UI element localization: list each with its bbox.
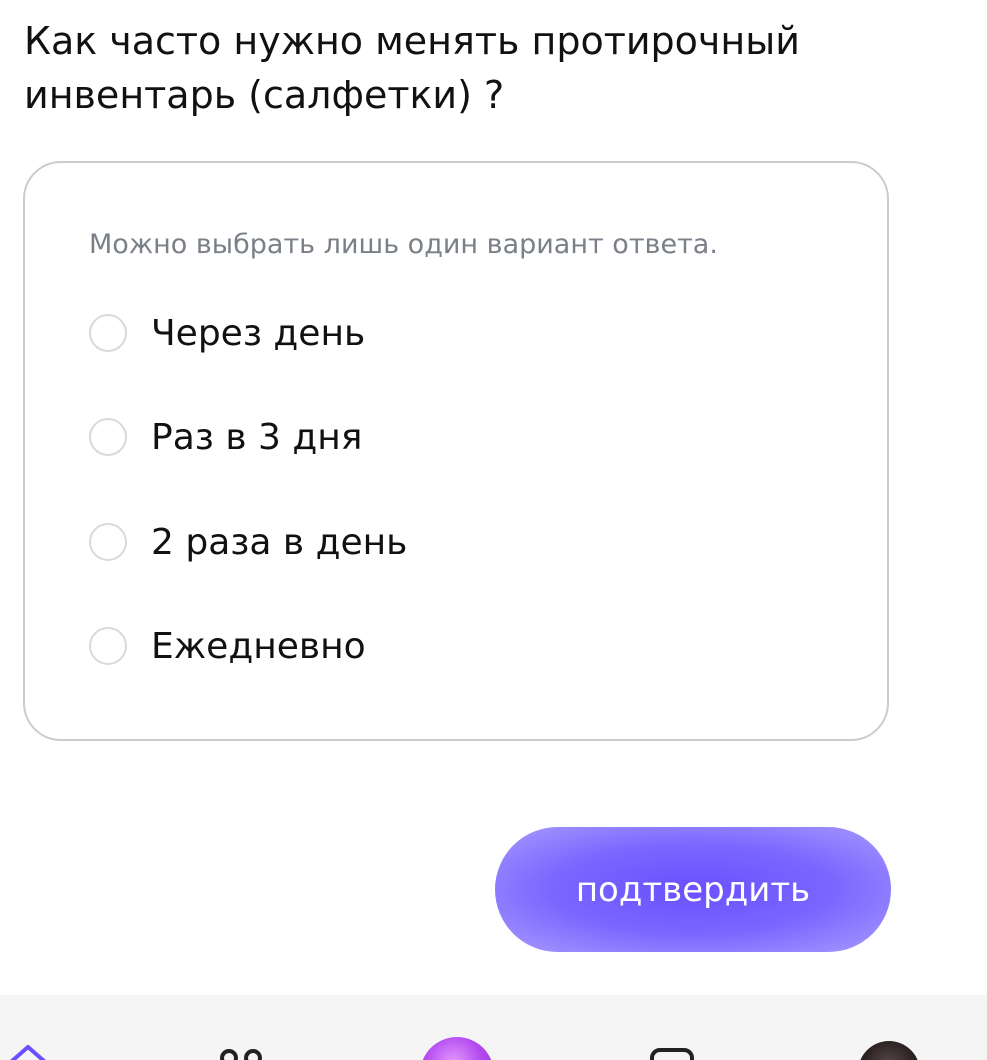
option-every-3-days[interactable]: Раз в 3 дня: [89, 407, 362, 467]
option-twice-a-day[interactable]: 2 раза в день: [89, 512, 407, 572]
answer-hint: Можно выбрать лишь один вариант ответа.: [89, 229, 718, 260]
option-daily[interactable]: Ежедневно: [89, 616, 366, 676]
assistant-orb-icon[interactable]: [420, 1037, 494, 1060]
option-through-day[interactable]: Через день: [89, 303, 365, 363]
quiz-page: Как часто нужно менять протирочный инвен…: [0, 0, 987, 1060]
option-label: Раз в 3 дня: [151, 416, 363, 458]
confirm-button[interactable]: подтвердить: [495, 827, 891, 952]
question-title: Как часто нужно менять протирочный инвен…: [24, 14, 924, 122]
option-label: Через день: [151, 312, 366, 354]
catalog-icon[interactable]: [218, 1049, 270, 1060]
radio-button[interactable]: [89, 627, 127, 665]
question-line-2: инвентарь (салфетки) ?: [24, 73, 505, 117]
answer-card: Можно выбрать лишь один вариант ответа. …: [23, 161, 889, 741]
bottom-navigation: [0, 995, 987, 1060]
radio-button[interactable]: [89, 523, 127, 561]
home-icon[interactable]: [8, 1043, 48, 1060]
option-label: Ежедневно: [151, 625, 366, 667]
option-label: 2 раза в день: [151, 521, 408, 563]
radio-button[interactable]: [89, 314, 127, 352]
question-line-1: Как часто нужно менять протирочный: [24, 19, 800, 63]
chat-icon[interactable]: [650, 1048, 694, 1060]
profile-avatar[interactable]: [858, 1041, 920, 1060]
radio-button[interactable]: [89, 418, 127, 456]
